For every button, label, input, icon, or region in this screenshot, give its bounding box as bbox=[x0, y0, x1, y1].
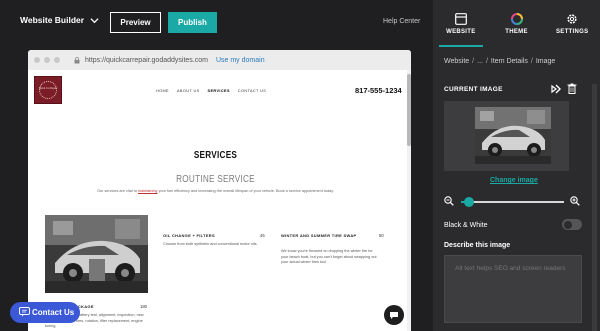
current-image-heading: CURRENT IMAGE bbox=[444, 86, 503, 93]
replace-image-icon[interactable] bbox=[551, 84, 561, 94]
brand-label: Website Builder bbox=[20, 15, 85, 25]
nav-item-about-us[interactable]: ABOUT US bbox=[177, 89, 200, 93]
chevron-down-icon bbox=[90, 17, 99, 23]
site-preview: https://quickcarrepair.godaddysites.com … bbox=[28, 50, 411, 331]
site-content: Quick Car Repair HOME ABOUT US SERVICES CON… bbox=[28, 70, 411, 331]
site-url: https://quickcarrepair.godaddysites.com bbox=[85, 56, 208, 64]
lock-icon bbox=[74, 56, 80, 63]
panel-scrollbar[interactable] bbox=[592, 84, 597, 331]
tab-website[interactable]: WEBSITE bbox=[433, 0, 489, 47]
preview-button[interactable]: Preview bbox=[110, 12, 161, 33]
brand-menu[interactable]: Website Builder bbox=[20, 15, 99, 25]
change-image-link[interactable]: Change image bbox=[490, 177, 538, 184]
black-white-toggle[interactable] bbox=[562, 219, 582, 230]
item-title[interactable]: OIL CHANGE + FILTERS bbox=[163, 233, 215, 238]
breadcrumb: Website /... / Item Details / Image bbox=[444, 58, 556, 65]
item-price[interactable]: 180 bbox=[140, 304, 147, 309]
tab-label: WEBSITE bbox=[446, 29, 476, 35]
nav-item-home[interactable]: HOME bbox=[156, 89, 169, 93]
zoom-slider-handle[interactable] bbox=[464, 197, 474, 207]
item-description[interactable]: Choose from both synthetic and conventio… bbox=[163, 242, 258, 248]
site-nav: HOME ABOUT US SERVICES CONTACT US bbox=[156, 89, 266, 93]
item-price[interactable]: 45 bbox=[260, 233, 265, 238]
editor-topbar: Website Builder Preview Publish Help Cen… bbox=[0, 0, 433, 44]
breadcrumb-item[interactable]: ... bbox=[477, 58, 483, 65]
browser-chrome: https://quickcarrepair.godaddysites.com … bbox=[28, 50, 411, 70]
breadcrumb-item[interactable]: Website bbox=[444, 58, 469, 65]
publish-button[interactable]: Publish bbox=[168, 12, 217, 33]
zoom-slider-track[interactable] bbox=[461, 201, 564, 203]
panel-tabs: WEBSITE THEME SETTINGS bbox=[433, 0, 600, 47]
item-description[interactable]: We know you're focused on dropping the w… bbox=[281, 249, 377, 266]
zoom-out-icon[interactable] bbox=[444, 196, 454, 206]
contact-us-label: Contact Us bbox=[32, 308, 75, 317]
site-phone[interactable]: 817-555-1234 bbox=[355, 86, 402, 95]
website-icon bbox=[454, 13, 467, 25]
contact-us-button[interactable]: Contact Us bbox=[10, 302, 80, 323]
desc-link: maintaining bbox=[138, 189, 158, 193]
current-image-preview bbox=[444, 101, 569, 171]
section-title[interactable]: SERVICES bbox=[62, 150, 370, 161]
tab-theme[interactable]: THEME bbox=[489, 0, 545, 47]
service-photo[interactable] bbox=[45, 215, 148, 293]
breadcrumb-item: Image bbox=[535, 58, 556, 65]
theme-icon bbox=[510, 13, 523, 25]
item-price[interactable]: 50 bbox=[379, 233, 384, 238]
window-dots bbox=[34, 57, 60, 63]
site-logo[interactable]: Quick Car Repair bbox=[34, 76, 62, 104]
item-title[interactable]: WINTER AND SUMMER TIRE SWAP bbox=[281, 233, 361, 239]
breadcrumb-item[interactable]: Item Details bbox=[491, 58, 528, 65]
use-domain-link[interactable]: Use my domain bbox=[216, 57, 265, 64]
tab-label: THEME bbox=[505, 29, 528, 35]
zoom-in-icon[interactable] bbox=[570, 196, 580, 206]
tab-label: SETTINGS bbox=[555, 29, 589, 35]
editor-app: Website Builder Preview Publish Help Cen… bbox=[0, 0, 600, 331]
trash-icon[interactable] bbox=[567, 83, 577, 94]
chat-bubble-icon bbox=[19, 307, 30, 317]
section-subtitle[interactable]: ROUTINE SERVICE bbox=[62, 174, 370, 185]
describe-image-label: Describe this image bbox=[444, 242, 511, 249]
nav-item-contact-us[interactable]: CONTACT US bbox=[238, 89, 266, 93]
chat-button[interactable] bbox=[384, 305, 404, 325]
section-description[interactable]: Our services are vital to maintaining yo… bbox=[28, 189, 403, 193]
help-center-link[interactable]: Help Center bbox=[383, 18, 420, 25]
current-image-thumbnail[interactable] bbox=[475, 107, 551, 164]
alt-text-input[interactable] bbox=[444, 255, 582, 323]
logo-text: Quick Car Repair bbox=[38, 87, 58, 90]
tab-settings[interactable]: SETTINGS bbox=[544, 0, 600, 47]
message-icon bbox=[390, 312, 398, 319]
black-white-label: Black & White bbox=[444, 222, 488, 229]
settings-icon bbox=[567, 14, 577, 24]
nav-item-services[interactable]: SERVICES bbox=[208, 89, 230, 93]
